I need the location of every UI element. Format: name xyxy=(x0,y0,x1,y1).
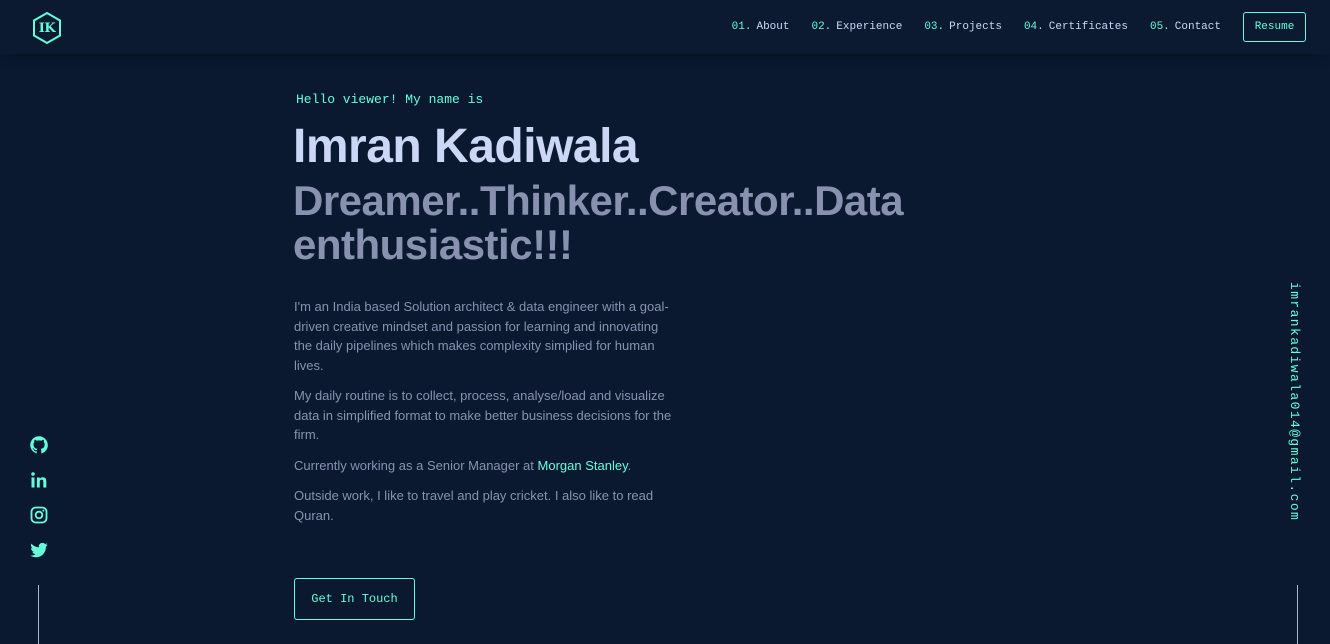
bio-work-prefix: Currently working as a Senior Manager at xyxy=(294,457,538,473)
bio-paragraph: My daily routine is to collect, process,… xyxy=(294,388,672,442)
bio-paragraph-work: Currently working as a Senior Manager at… xyxy=(294,456,674,476)
nav-item-experience[interactable]: 02. Experience xyxy=(811,21,902,33)
nav-item-certificates[interactable]: 04. Certificates xyxy=(1024,21,1128,33)
social-links xyxy=(28,434,50,575)
hero-greeting: Hello viewer! My name is xyxy=(296,92,484,107)
nav-item-about[interactable]: 01. About xyxy=(732,21,790,33)
twitter-icon[interactable] xyxy=(28,540,50,562)
hero-tagline: Dreamer..Thinker..Creator..Data enthusia… xyxy=(293,177,904,268)
resume-button[interactable]: Resume xyxy=(1243,12,1306,42)
nav-item-label: Contact xyxy=(1174,21,1221,33)
nav-item-label: Experience xyxy=(836,21,903,33)
hero-bio: I'm an India based Solution architect & … xyxy=(294,297,674,536)
nav-item-contact[interactable]: 05. Contact xyxy=(1150,21,1221,33)
top-navbar: IK 01. About 02. Experience 03. Projects 04… xyxy=(0,0,1330,54)
nav-item-projects[interactable]: 03. Projects xyxy=(924,21,1002,33)
email-link[interactable]: imrankadiwala014@gmail.com xyxy=(1287,282,1302,521)
nav-item-label: Certificates xyxy=(1048,21,1128,33)
instagram-icon[interactable] xyxy=(28,505,50,527)
bio-work-suffix: . xyxy=(627,457,632,473)
bio-paragraph: I'm an India based Solution architect & … xyxy=(294,299,669,373)
main-nav: 01. About 02. Experience 03. Projects 04. Ce… xyxy=(732,12,1306,42)
nav-item-label: About xyxy=(756,21,790,33)
github-icon[interactable] xyxy=(28,435,50,457)
nav-item-number: 01. xyxy=(731,21,752,33)
employer-link[interactable]: Morgan Stanley xyxy=(538,458,628,473)
logo-text: IK xyxy=(38,20,56,36)
nav-item-number: 04. xyxy=(1023,21,1044,33)
portfolio-page: IK 01. About 02. Experience 03. Projects 04… xyxy=(0,0,1330,644)
linkedin-icon[interactable] xyxy=(28,470,50,492)
right-vertical-divider xyxy=(1297,585,1298,644)
nav-item-number: 05. xyxy=(1149,21,1170,33)
bio-paragraph: Outside work, I like to travel and play … xyxy=(294,488,654,523)
get-in-touch-button[interactable]: Get In Touch xyxy=(294,578,415,620)
nav-item-number: 03. xyxy=(924,21,945,33)
nav-item-number: 02. xyxy=(811,21,832,33)
logo[interactable]: IK xyxy=(31,11,63,45)
left-vertical-divider xyxy=(38,585,39,644)
hero-name: Imran Kadiwala xyxy=(293,120,639,173)
nav-item-label: Projects xyxy=(949,21,1002,33)
email-sidebar: imrankadiwala014@gmail.com xyxy=(1287,282,1307,572)
